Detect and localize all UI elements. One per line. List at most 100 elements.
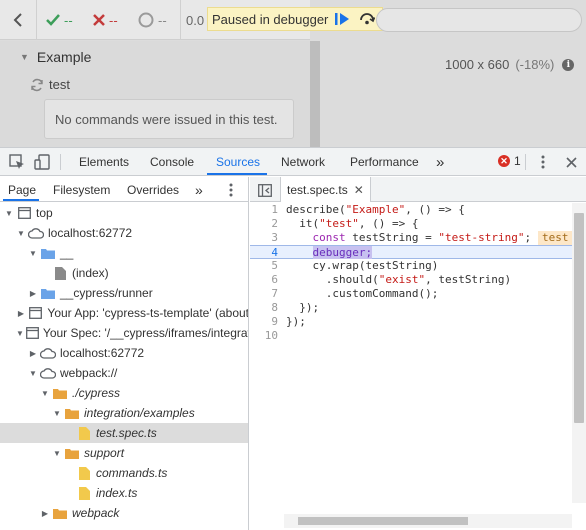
test-title: test [49,77,70,92]
code-line: 7 .customCommand(); [271,287,439,300]
tab-sources[interactable]: Sources [216,148,260,176]
collapsed-triangle-icon: ▶ [29,288,37,298]
tree-item-label: integration/examples [84,406,195,420]
viewport-size: 1000 x 660 [445,57,510,72]
frame-icon [16,206,32,220]
tree-item-label: support [84,446,125,460]
toggle-navigator-icon[interactable] [256,181,274,199]
navigator-menu-icon[interactable] [229,177,233,202]
resume-icon [335,13,350,25]
scrollbar-thumb[interactable] [298,517,468,525]
suite-title: Example [36,49,92,65]
expand-triangle-icon: ▼ [41,388,49,398]
folder-icon [52,506,68,520]
runner-resize-handle[interactable] [310,41,320,147]
code-area[interactable]: 1 describe("Example", () => { 2 it("test"… [250,203,573,503]
tree-item-top[interactable]: ▼ top [0,203,248,223]
kebab-menu-icon[interactable] [534,153,552,171]
code-editor: test.spec.ts ✕ 1 describe("Example", () =… [250,177,586,530]
duration-value: 0.0 [186,12,205,28]
devtools-tabbar: Elements Console Sources Network Perform… [0,148,586,176]
code-line: 1 describe("Example", () => { [271,203,465,216]
scrollbar-thumb[interactable] [574,213,584,423]
more-tabs-button[interactable]: » [436,148,444,176]
tab-network[interactable]: Network [281,148,325,176]
tree-item-label: test.spec.ts [96,426,157,440]
tab-filesystem[interactable]: Filesystem [53,177,110,202]
tree-item-label: (index) [72,266,109,280]
tree-item-test-spec[interactable]: test.spec.ts [0,423,248,443]
tree-item-label: __cypress/runner [60,286,153,300]
tree-item-integration-examples[interactable]: ▼ integration/examples [0,403,248,423]
tree-item-your-app[interactable]: ▶ Your App: 'cypress-ts-template' (about [0,303,248,323]
viewport-info: 1000 x 660 (-18%) i [445,57,575,72]
url-bar[interactable] [376,8,582,32]
suite-row[interactable]: ▼ Example [20,49,91,65]
tree-item-commands[interactable]: commands.ts [0,463,248,483]
tree-item-label: index.ts [96,486,138,500]
editor-tabbar: test.spec.ts ✕ [250,177,586,202]
tree-item-label: webpack:// [60,366,118,380]
passed-stat: -- [46,0,73,40]
error-icon: ✕ [498,155,510,167]
tab-console[interactable]: Console [150,148,194,176]
expand-triangle-icon: ▼ [17,228,25,238]
horizontal-scrollbar[interactable] [284,514,572,528]
folder-icon [52,386,68,400]
expand-triangle-icon: ▼ [16,328,24,338]
duration-stat: 0.0 [186,0,204,40]
divider [36,0,37,40]
error-counter[interactable]: ✕ 1 [498,154,521,168]
pending-stat: -- [138,0,167,40]
tree-item-webpack-folder[interactable]: ▶ webpack [0,503,248,523]
tree-item-localhost[interactable]: ▶ localhost:62772 [0,343,248,363]
cloud-icon [40,366,56,380]
code-line: 8 }); [271,301,320,314]
inspect-element-icon[interactable] [8,153,26,171]
file-tab-label: test.spec.ts [287,182,348,197]
divider [180,0,181,40]
debugger-status-text: Paused in debugger [212,11,329,27]
code-line: 5 cy.wrap(testString) [271,259,439,272]
tab-overrides[interactable]: Overrides [127,177,179,202]
cloud-icon [40,346,56,360]
vertical-scrollbar[interactable] [572,203,586,503]
tree-item-cypress-folder[interactable]: ▼ ./cypress [0,383,248,403]
tree-item-localhost[interactable]: ▼ localhost:62772 [0,223,248,243]
collapsed-triangle-icon: ▶ [17,308,24,318]
pending-circle-icon [138,12,154,28]
test-row[interactable]: test [30,77,70,92]
tree-item-cypress-runner[interactable]: ▶ __cypress/runner [0,283,248,303]
no-commands-message: No commands were issued in this test. [44,99,294,139]
resume-button[interactable] [331,9,353,29]
tree-item-index[interactable]: (index) [0,263,248,283]
running-spinner-icon [31,78,43,91]
divider [60,154,61,170]
folder-icon [64,406,80,420]
device-toolbar-icon[interactable] [33,153,51,171]
close-tab-icon[interactable]: ✕ [354,183,364,197]
expand-triangle-icon: ▼ [53,408,61,418]
tree-item-support[interactable]: ▼ support [0,443,248,463]
tree-item-your-spec[interactable]: ▼ Your Spec: '/__cypress/iframes/integra… [0,323,248,343]
error-count: 1 [514,154,521,168]
expand-triangle-icon: ▼ [29,248,37,258]
navigator-tabs: Page Filesystem Overrides » [0,177,248,202]
paused-in-debugger-banner: Paused in debugger [207,7,384,31]
tree-item-label: ./cypress [72,386,121,400]
file-tab-test-spec[interactable]: test.spec.ts ✕ [280,177,371,202]
more-navigator-tabs[interactable]: » [195,177,203,202]
check-icon [46,14,60,26]
tree-item-index-ts[interactable]: index.ts [0,483,248,503]
tree-item-webpack-origin[interactable]: ▼ webpack:// [0,363,248,383]
active-tab-indicator [207,173,267,175]
failed-count: -- [109,12,118,28]
close-icon[interactable] [562,153,580,171]
tab-performance[interactable]: Performance [350,148,419,176]
tree-item-folder[interactable]: ▼ __ [0,243,248,263]
tab-elements[interactable]: Elements [79,148,129,176]
passed-count: -- [64,12,73,28]
info-icon[interactable]: i [562,58,575,71]
back-chevron-icon[interactable] [8,0,28,40]
folder-icon [64,446,80,460]
